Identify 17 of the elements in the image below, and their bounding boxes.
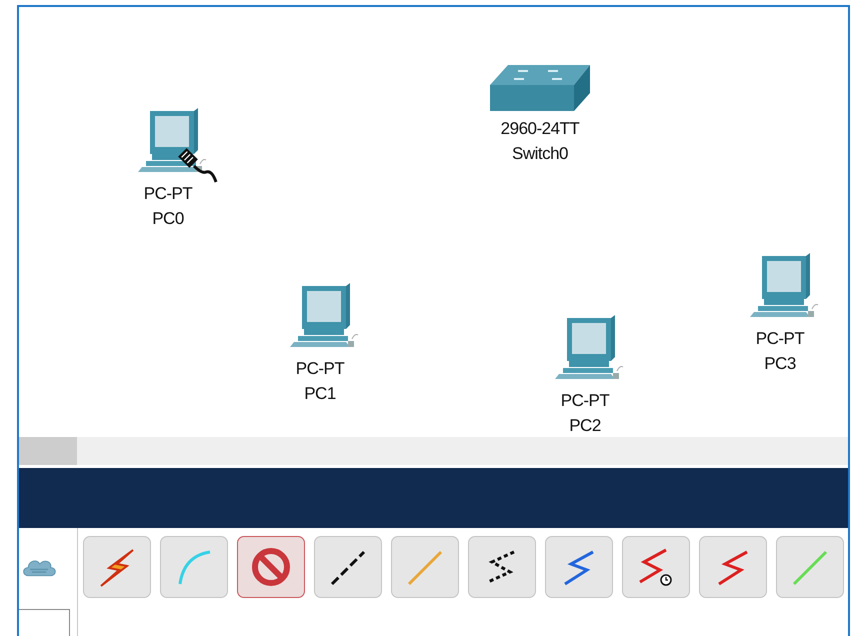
connection-type-button[interactable] [314,536,382,598]
list-box[interactable] [19,609,70,636]
device-model-label: 2960-24TT [500,118,580,140]
no-entry-icon [251,546,291,588]
scrollbar-thumb[interactable] [19,437,77,465]
device-name-label: PC3 [764,353,796,375]
switch-icon[interactable] [488,63,592,113]
connection-type-button[interactable] [468,536,536,598]
device-model-label: PC-PT [756,328,804,350]
device-model-label: PC-PT [144,183,192,205]
device-name-label: Switch0 [512,143,568,165]
device-model-label: PC-PT [560,390,610,412]
device-model-label: PC-PT [296,358,344,380]
horizontal-scrollbar[interactable] [19,437,848,465]
device-name-label: PC1 [304,383,336,405]
device-name-label: PC2 [569,415,601,437]
device-name-label: PC0 [152,208,184,230]
